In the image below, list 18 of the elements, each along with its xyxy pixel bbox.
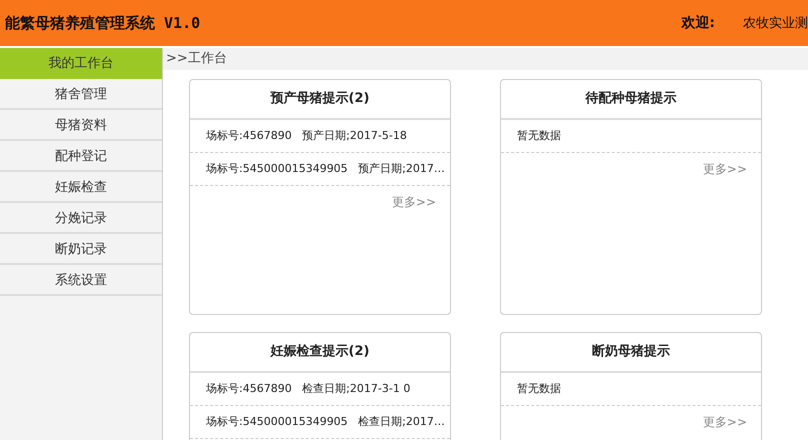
- card-title: 断奶母猪提示: [501, 333, 761, 373]
- card-title: 预产母猪提示(2): [190, 80, 450, 120]
- list-row: 场标号:4567890 检查日期;2017-3-1 0: [190, 373, 450, 406]
- list-row: 暂无数据: [501, 120, 761, 153]
- user-name: 农牧实业测: [743, 15, 808, 32]
- more-link[interactable]: 更多>>: [392, 195, 436, 209]
- more-link[interactable]: 更多>>: [702, 162, 747, 176]
- list-row: 场标号:545000015349905 检查日期;2017…: [190, 406, 450, 439]
- list-row: 暂无数据: [501, 373, 761, 406]
- welcome-label: 欢迎:: [681, 14, 715, 32]
- list-row: 场标号:4567890 预产日期;2017-5-18: [190, 120, 450, 153]
- card-title: 待配种母猪提示: [501, 80, 761, 120]
- list-row: 场标号:545000015349905 预产日期;2017…: [190, 153, 450, 186]
- more-link[interactable]: 更多>>: [702, 415, 747, 429]
- card-title: 妊娠检查提示(2): [190, 333, 450, 373]
- sidebar-item[interactable]: 我的工作台: [0, 48, 162, 79]
- breadcrumb: >>工作台: [163, 48, 808, 70]
- app-title: 能繁母猪养殖管理系统 V1.0: [5, 14, 202, 32]
